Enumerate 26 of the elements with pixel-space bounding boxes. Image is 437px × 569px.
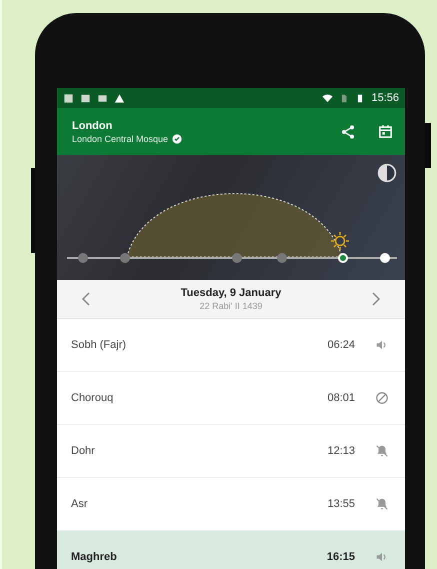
mosque-name: London Central Mosque	[72, 134, 168, 144]
share-icon[interactable]	[340, 124, 356, 140]
prayer-name: Chorouq	[71, 392, 114, 404]
prayer-time: 13:55	[327, 498, 355, 510]
gregorian-date: Tuesday, 9 January	[180, 287, 282, 299]
status-time: 15:56	[371, 92, 399, 104]
contrast-icon[interactable]	[377, 163, 397, 183]
prayer-time: 16:15	[326, 551, 355, 563]
prayer-name: Sobh (Fajr)	[71, 339, 128, 351]
muted-bell-icon	[375, 497, 389, 511]
prayer-time: 08:01	[327, 392, 355, 404]
muted-bell-icon	[375, 444, 389, 458]
prayer-row[interactable]: Maghreb 16:15	[57, 531, 405, 569]
prayer-time: 12:13	[327, 445, 355, 457]
hijri-date: 22 Rabi' II 1439	[200, 301, 262, 311]
calendar-icon[interactable]	[378, 124, 393, 139]
previous-day-button[interactable]	[81, 292, 91, 306]
next-day-button[interactable]	[370, 292, 381, 306]
warning-icon	[114, 92, 125, 104]
location-title: London	[72, 120, 114, 132]
wifi-icon	[322, 92, 334, 104]
blocked-icon	[375, 391, 389, 405]
prayer-name: Maghreb	[71, 551, 118, 563]
prayer-name: Dohr	[71, 445, 96, 457]
prayer-name: Asr	[71, 498, 88, 510]
prayer-time: 06:24	[327, 339, 355, 351]
